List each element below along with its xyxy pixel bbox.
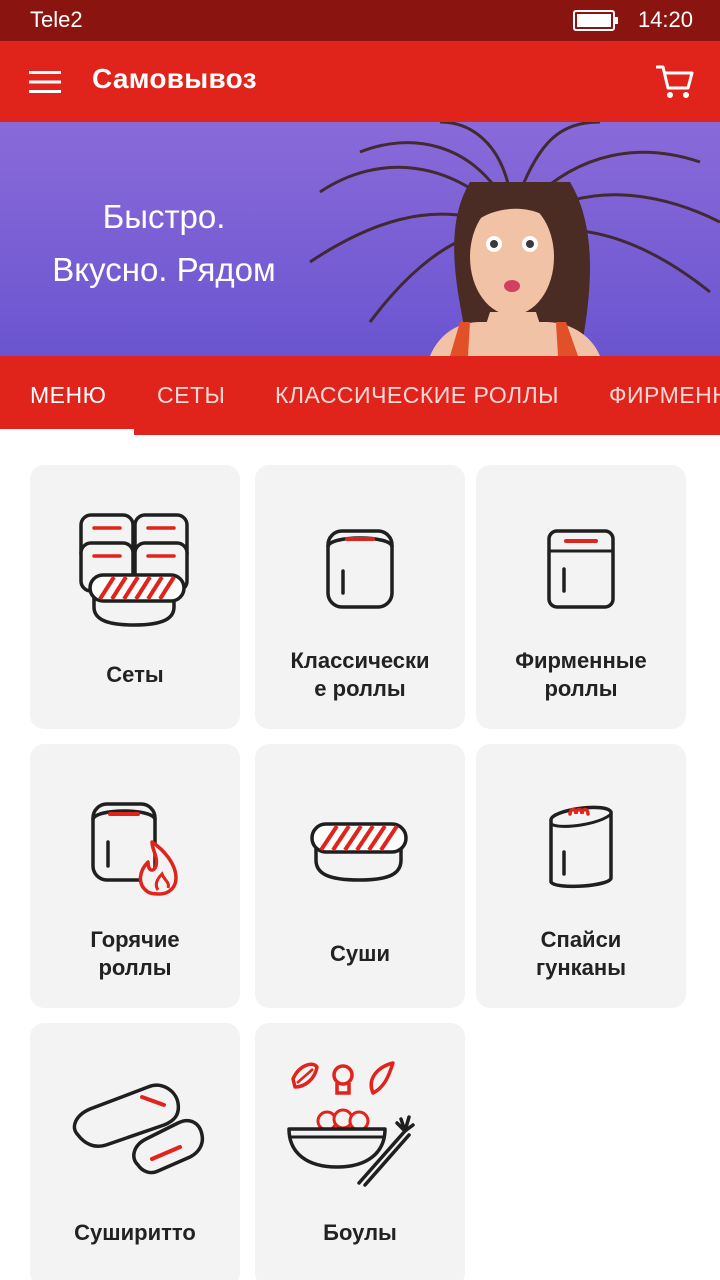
cart-button[interactable] bbox=[652, 59, 698, 105]
category-label: Суши bbox=[330, 941, 390, 966]
clock: 14:20 bbox=[637, 7, 693, 32]
category-card-hot-rolls[interactable]: Горячие роллы bbox=[30, 744, 240, 1008]
category-label: Классически е роллы bbox=[290, 648, 430, 701]
category-label: Горячие роллы bbox=[90, 927, 180, 980]
tab-menu[interactable]: МЕНЮ bbox=[30, 356, 106, 435]
sets-icon bbox=[79, 513, 189, 627]
category-card-sushi[interactable]: Суши bbox=[255, 744, 465, 1008]
sushi-icon bbox=[310, 822, 408, 882]
menu-button[interactable] bbox=[22, 59, 68, 105]
category-card-sets[interactable]: Сеты bbox=[30, 465, 240, 729]
gunkan-icon bbox=[549, 805, 613, 889]
category-card-spicy-gunkans[interactable]: Спайси гунканы bbox=[476, 744, 686, 1008]
category-label: Фирменные роллы bbox=[515, 648, 647, 701]
battery-icon bbox=[573, 10, 618, 31]
category-label: Суширитто bbox=[74, 1220, 196, 1245]
tab-sets[interactable]: СЕТЫ bbox=[157, 356, 225, 435]
category-card-bowls[interactable]: Боулы bbox=[255, 1023, 465, 1280]
cart-icon bbox=[656, 65, 694, 98]
category-label: Сеты bbox=[106, 662, 164, 687]
hamburger-menu-icon bbox=[29, 71, 61, 93]
signature-roll-icon bbox=[547, 529, 615, 609]
category-grid: Сеты Классически е роллы Фирменные роллы bbox=[0, 435, 720, 1280]
status-bar: Tele2 14:20 bbox=[0, 0, 720, 41]
category-card-signature-rolls[interactable]: Фирменные роллы bbox=[476, 465, 686, 729]
page-title: Самовывоз bbox=[92, 63, 257, 94]
classic-roll-icon bbox=[326, 529, 394, 609]
category-card-sushiritto[interactable]: Суширитто bbox=[30, 1023, 240, 1280]
carrier-name: Tele2 bbox=[30, 7, 83, 32]
tab-signature-rolls[interactable]: ФИРМЕННЫЕ РОЛЛЫ bbox=[609, 356, 720, 435]
tab-classic-rolls[interactable]: КЛАССИЧЕСКИЕ РОЛЛЫ bbox=[275, 356, 559, 435]
app-bar: Самовывоз bbox=[0, 41, 720, 122]
hot-roll-icon bbox=[91, 802, 178, 896]
banner-slogan-line-2: Вкусно. Рядом bbox=[52, 251, 276, 288]
promo-banner[interactable]: Быстро. Вкусно. Рядом bbox=[0, 122, 720, 356]
category-tabs: МЕНЮ СЕТЫ КЛАССИЧЕСКИЕ РОЛЛЫ ФИРМЕННЫЕ Р… bbox=[0, 356, 720, 435]
sushiritto-icon bbox=[72, 1083, 205, 1175]
category-card-classic-rolls[interactable]: Классически е роллы bbox=[255, 465, 465, 729]
bowl-icon bbox=[287, 1061, 415, 1187]
category-label: Спайси гунканы bbox=[535, 927, 626, 980]
banner-slogan: Быстро. Вкусно. Рядом bbox=[24, 190, 304, 296]
banner-woman-photo bbox=[309, 122, 720, 356]
category-label: Боулы bbox=[323, 1220, 397, 1245]
banner-slogan-line-1: Быстро. bbox=[102, 198, 226, 235]
